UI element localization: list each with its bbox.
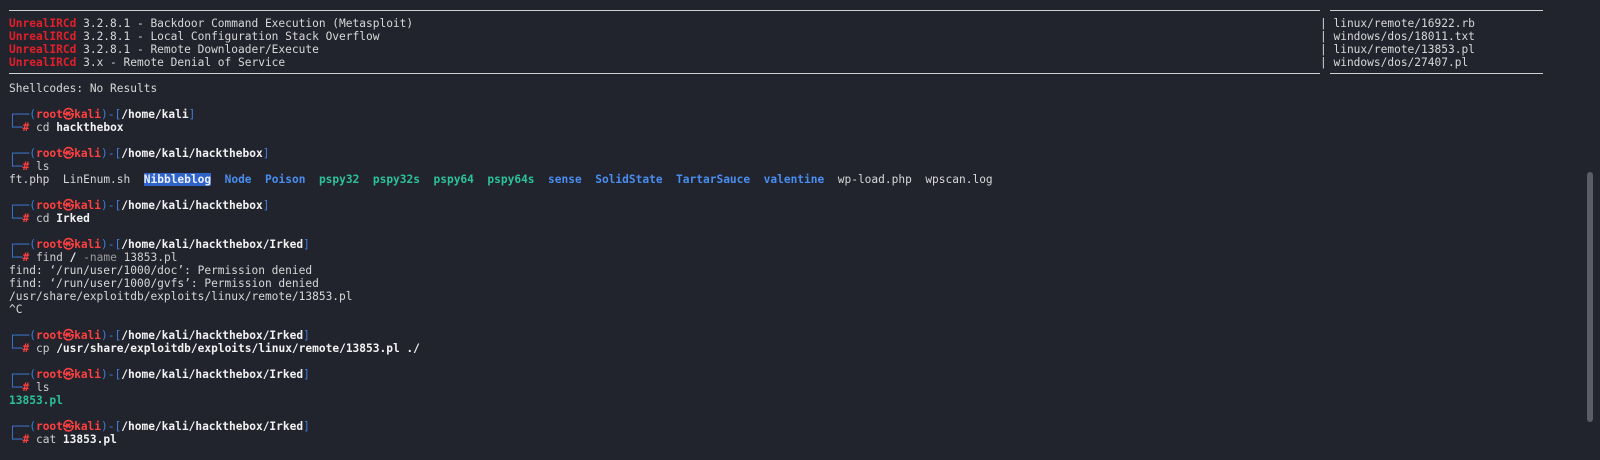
command-option: -name <box>83 251 117 264</box>
prompt-user: root㉿kali <box>35 108 102 121</box>
command-line: └─# cd Irked <box>9 212 90 225</box>
output-line: ^C <box>9 303 23 316</box>
table-top-rule-right <box>1330 10 1543 11</box>
ls-output: ft.php LinEnum.sh Nibbleblog Node Poison… <box>9 173 993 186</box>
search-result-row: UnrealIRCd 3.x - Remote Denial of Servic… <box>9 56 285 69</box>
command: cp <box>35 342 50 355</box>
command-line: └─# find / -name 13853.pl <box>9 251 178 264</box>
command-arg: hackthebox <box>49 121 124 134</box>
command-arg: / <box>62 251 84 264</box>
search-result-row: UnrealIRCd 3.2.8.1 - Backdoor Command Ex… <box>9 17 413 30</box>
prompt-header: ┌──(root㉿kali)-[/home/kali/hackthebox/Ir… <box>9 368 310 381</box>
list-item: wpscan.log <box>925 173 993 186</box>
command: cd <box>35 212 50 225</box>
search-result-row: UnrealIRCd 3.2.8.1 - Local Configuration… <box>9 30 379 43</box>
result-desc: 3.x - Remote Denial of Service <box>76 56 286 69</box>
result-desc: 3.2.8.1 - Local Configuration Stack Over… <box>76 30 380 43</box>
list-item: LinEnum.sh <box>62 173 131 186</box>
ls-output-file: 13853.pl <box>9 394 63 407</box>
list-item: Node <box>224 173 252 186</box>
terminal-window[interactable]: UnrealIRCd 3.2.8.1 - Backdoor Command Ex… <box>0 0 1582 460</box>
prompt-cwd: /home/kali <box>121 108 189 121</box>
list-item-selected[interactable]: Nibbleblog <box>143 173 212 186</box>
result-path: | linux/remote/13853.pl <box>1320 43 1475 56</box>
list-item: sense <box>548 173 582 186</box>
result-desc: 3.2.8.1 - Backdoor Command Execution (Me… <box>76 17 414 30</box>
prompt-user: root㉿kali <box>35 199 102 212</box>
command-arg: /usr/share/exploitdb/exploits/linux/remo… <box>49 342 420 355</box>
prompt-header: ┌──(root㉿kali)-[/home/kali] <box>9 108 196 121</box>
prompt-header: ┌──(root㉿kali)-[/home/kali/hackthebox/Ir… <box>9 238 310 251</box>
prompt-cwd: /home/kali/hackthebox/Irked <box>121 368 304 381</box>
table-bottom-rule <box>9 73 1320 74</box>
shellcodes-line: Shellcodes: No Results <box>9 82 158 95</box>
table-bottom-rule-right <box>1330 73 1543 74</box>
command: ls <box>35 381 50 394</box>
list-item: pspy32s <box>372 173 420 186</box>
output-line: /usr/share/exploitdb/exploits/linux/remo… <box>9 290 353 303</box>
prompt-cwd: /home/kali/hackthebox/Irked <box>121 329 304 342</box>
list-item: SolidState <box>595 173 663 186</box>
prompt-cwd: /home/kali/hackthebox/Irked <box>121 238 304 251</box>
command-line: └─# cat 13853.pl <box>9 433 117 446</box>
result-name: UnrealIRCd <box>9 30 77 43</box>
list-item: pspy64s <box>487 173 535 186</box>
vertical-scrollbar[interactable] <box>1586 0 1594 460</box>
command-line: └─# ls <box>9 381 50 394</box>
prompt-cwd: /home/kali/hackthebox <box>121 199 263 212</box>
list-item: TartarSauce <box>676 173 751 186</box>
prompt-user: root㉿kali <box>35 420 102 433</box>
prompt-cwd: /home/kali/hackthebox/Irked <box>121 420 304 433</box>
list-item: pspy32 <box>318 173 360 186</box>
command-arg: Irked <box>49 212 90 225</box>
command-line: └─# cd hackthebox <box>9 121 124 134</box>
result-path: | windows/dos/27407.pl <box>1320 56 1469 69</box>
list-item: pspy64 <box>433 173 474 186</box>
prompt-header: ┌──(root㉿kali)-[/home/kali/hackthebox/Ir… <box>9 329 310 342</box>
search-result-row: UnrealIRCd 3.2.8.1 - Remote Downloader/E… <box>9 43 319 56</box>
prompt-header: ┌──(root㉿kali)-[/home/kali/hackthebox] <box>9 147 270 160</box>
command: ls <box>35 160 50 173</box>
prompt-user: root㉿kali <box>35 238 102 251</box>
result-desc: 3.2.8.1 - Remote Downloader/Execute <box>76 43 319 56</box>
command-arg: 13853.pl <box>56 433 117 446</box>
command-line: └─# cp /usr/share/exploitdb/exploits/lin… <box>9 342 420 355</box>
list-item: wp-load.php <box>837 173 912 186</box>
command-arg: 13853.pl <box>116 251 178 264</box>
table-top-rule <box>9 10 1320 11</box>
command: cat <box>35 433 57 446</box>
scrollbar-thumb[interactable] <box>1587 172 1593 422</box>
prompt-user: root㉿kali <box>35 368 102 381</box>
result-path: | linux/remote/16922.rb <box>1320 17 1475 30</box>
prompt-header: ┌──(root㉿kali)-[/home/kali/hackthebox] <box>9 199 270 212</box>
command-line: └─# ls <box>9 160 50 173</box>
command: cd <box>35 121 50 134</box>
prompt-header: ┌──(root㉿kali)-[/home/kali/hackthebox/Ir… <box>9 420 310 433</box>
prompt-cwd: /home/kali/hackthebox <box>121 147 263 160</box>
output-line: find: ‘/run/user/1000/gvfs’: Permission … <box>9 277 319 290</box>
command: find <box>35 251 63 264</box>
list-item: valentine <box>763 173 825 186</box>
prompt-user: root㉿kali <box>35 329 102 342</box>
output-line: find: ‘/run/user/1000/doc’: Permission d… <box>9 264 313 277</box>
list-item: ft.php <box>9 173 50 186</box>
result-name: UnrealIRCd <box>9 56 77 69</box>
result-name: UnrealIRCd <box>9 17 77 30</box>
list-item: Poison <box>265 173 306 186</box>
prompt-user: root㉿kali <box>35 147 102 160</box>
result-name: UnrealIRCd <box>9 43 77 56</box>
result-path: | windows/dos/18011.txt <box>1320 30 1475 43</box>
